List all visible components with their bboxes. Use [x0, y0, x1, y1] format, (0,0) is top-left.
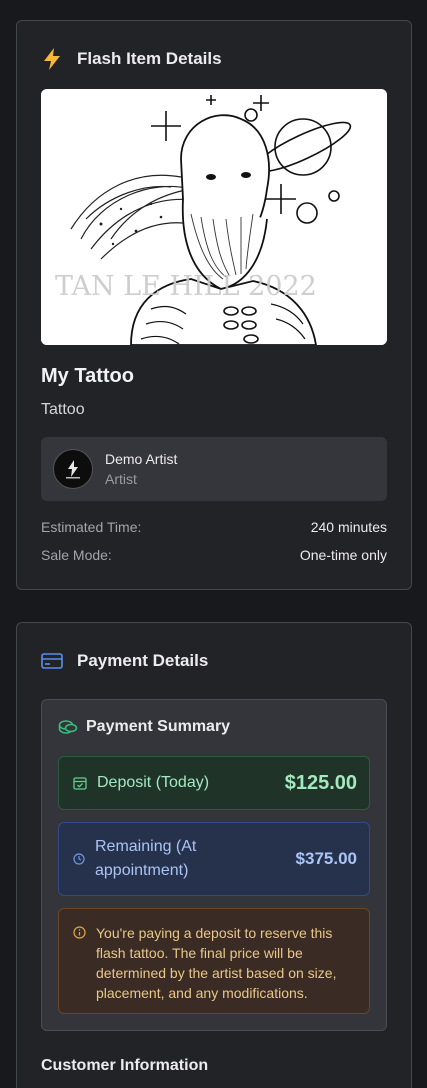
payment-title: Payment Details — [77, 651, 209, 670]
artist-role: Artist — [105, 471, 137, 487]
payment-summary-title: Payment Summary — [86, 718, 231, 735]
item-name: My Tattoo — [41, 365, 134, 387]
item-type: Tattoo — [41, 401, 85, 418]
remaining-amount: $375.00 — [295, 849, 357, 868]
info-icon — [73, 926, 86, 939]
customer-information-heading: Customer Information — [41, 1057, 209, 1074]
payment-card: Payment Details Payment Summary Deposit … — [16, 622, 412, 1088]
payment-header: Payment Details — [41, 651, 208, 671]
image-watermark: TAN LE HILL 2022 — [55, 271, 317, 302]
calendar-check-icon — [73, 777, 87, 790]
credit-card-icon — [41, 653, 63, 669]
payment-summary: Payment Summary Deposit (Today) $125.00 … — [41, 699, 387, 1031]
artist-info[interactable]: Demo Artist Artist — [41, 437, 387, 501]
flash-item-card: Flash Item Details TAN LE HILL 2022 My T… — [16, 20, 412, 590]
clock-icon — [73, 853, 85, 865]
estimated-time-value: 240 minutes — [310, 519, 387, 535]
coins-icon — [58, 720, 78, 734]
tattoo-illustration: TAN LE HILL 2022 — [41, 89, 387, 345]
estimated-time-label: Estimated Time: — [41, 519, 142, 535]
payment-summary-header: Payment Summary — [58, 718, 230, 736]
remaining-row: Remaining (At appointment) $375.00 — [58, 822, 370, 896]
remaining-label: Remaining (At appointment) — [95, 838, 197, 879]
sale-mode-value: One-time only — [299, 547, 387, 563]
deposit-row: Deposit (Today) $125.00 — [58, 756, 370, 810]
sale-mode-row: Sale Mode: One-time only — [41, 547, 387, 563]
lightning-icon — [44, 48, 60, 70]
artist-avatar — [53, 449, 93, 489]
flash-item-header: Flash Item Details — [41, 47, 222, 71]
flash-item-title: Flash Item Details — [77, 49, 222, 68]
deposit-notice: You're paying a deposit to reserve this … — [58, 908, 370, 1014]
deposit-notice-text: You're paying a deposit to reserve this … — [96, 925, 337, 1001]
flash-tattoo-image: TAN LE HILL 2022 — [41, 89, 387, 345]
sale-mode-label: Sale Mode: — [41, 547, 112, 563]
artist-logo-icon — [66, 460, 80, 479]
deposit-amount: $125.00 — [284, 771, 357, 794]
estimated-time-row: Estimated Time: 240 minutes — [41, 519, 387, 535]
artist-name: Demo Artist — [105, 451, 178, 467]
deposit-label: Deposit (Today) — [97, 774, 210, 791]
